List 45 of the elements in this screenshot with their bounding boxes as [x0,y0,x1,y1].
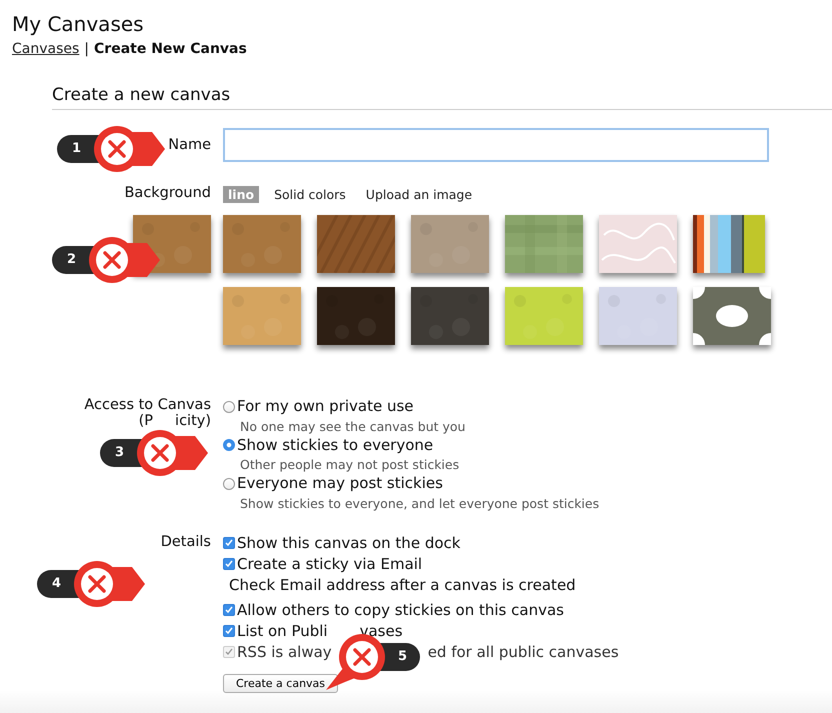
field-sublabel: (P [138,413,154,429]
breadcrumb-current: Create New Canvas [94,41,247,57]
breadcrumb-link[interactable]: Canvases [12,41,80,57]
radio-button[interactable] [223,478,235,490]
breadcrumb-separator: | [84,41,90,57]
option-hint: No one may see the canvas but you [239,418,466,436]
page-title: My Canvases [12,11,145,37]
field-label: Name [168,137,211,153]
checkmark-icon [225,539,233,547]
create-canvas-button[interactable]: Create a canvas [223,674,338,692]
callout-number: 3 [115,445,124,460]
option-hint: Other people may not post stickies [239,456,460,474]
option-label: vases [360,620,403,642]
option-label: ed for all public canvases [428,642,619,662]
field-sublabel: icity) [175,413,211,429]
checkbox[interactable] [223,625,235,637]
callout-number: 5 [398,649,408,664]
background-tab[interactable]: Solid colors [269,186,351,203]
checkbox-option[interactable]: Show this canvas on the dock [223,532,460,554]
checkbox[interactable] [223,558,235,570]
checkbox[interactable] [223,604,235,616]
radio-button[interactable] [223,439,235,451]
checkbox[interactable] [223,537,235,549]
radio-button[interactable] [223,400,235,412]
callout-number: 1 [72,141,82,156]
checkmark-icon [225,560,233,568]
field-label: Details [160,534,211,550]
field-label: Background [124,185,211,201]
radio-option[interactable]: For my own private use [223,397,414,416]
field-label: Access to Canvas [84,397,211,413]
checkbox-option[interactable]: Create a sticky via Email [223,554,422,574]
callout-number: 2 [67,252,76,267]
checkmark-icon [225,627,233,635]
checkbox-option[interactable]: List on Publi [223,620,328,642]
callout-number: 4 [52,576,62,591]
radio-option[interactable]: Everyone may post stickies [223,474,443,493]
checkmark-icon [225,648,233,656]
section-heading: Create a new canvas [52,85,832,110]
radio-option[interactable]: Show stickies to everyone [223,436,434,454]
name-field[interactable] [223,128,769,162]
option-hint: Show stickies to everyone, and let everyone post stickies [239,494,600,512]
details-note: Check Email address after a canvas is created [228,574,576,596]
checkbox-option[interactable]: Allow others to copy stickies on this canvas [223,600,564,620]
background-tab[interactable]: Upload an image [360,186,478,203]
checkmark-icon [225,606,233,614]
